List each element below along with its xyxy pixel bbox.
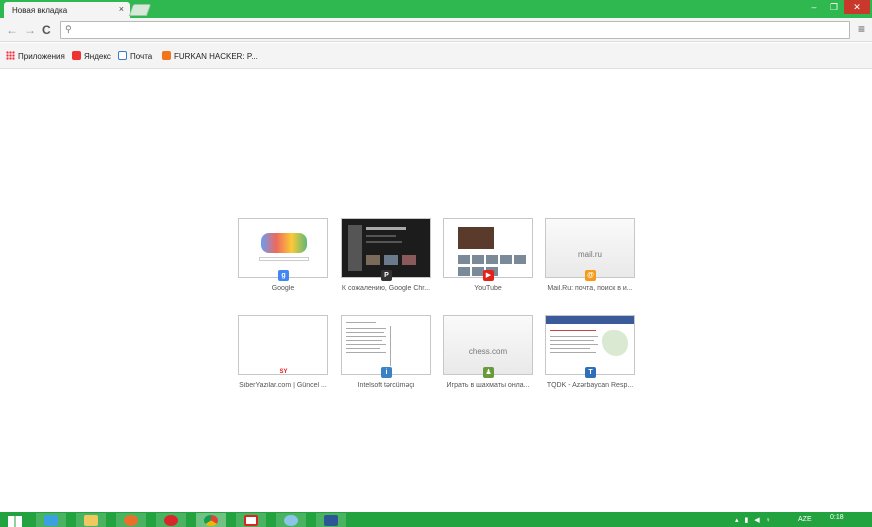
close-window-button[interactable]: ✕ — [844, 0, 870, 14]
windows-logo-icon — [8, 516, 22, 527]
tile-thumbnail: mail.ru — [545, 218, 635, 278]
tile-thumbnail — [545, 315, 635, 375]
doodle-image — [261, 233, 307, 253]
tile-thumbnail — [341, 315, 431, 375]
start-button[interactable] — [0, 513, 30, 527]
taskbar-app-red[interactable] — [236, 513, 266, 527]
tab-close-icon[interactable]: × — [119, 4, 124, 14]
tray-icons[interactable]: ▴ ▮ ◀ ♀ — [735, 516, 773, 524]
google-icon: g — [278, 270, 289, 281]
language-indicator[interactable]: AZE — [798, 516, 812, 523]
apps-icon — [6, 51, 15, 60]
taskbar-firefox[interactable] — [116, 513, 146, 527]
app-icon — [244, 515, 258, 526]
taskbar-opera[interactable] — [156, 513, 186, 527]
mail-ru-icon: @ — [585, 270, 596, 281]
new-tab-button[interactable] — [128, 4, 152, 16]
blogger-icon — [162, 51, 171, 60]
most-visited-grid: g Google P К сожалению, Google Chr... ▶ … — [238, 218, 638, 398]
tile-thumbnail — [341, 218, 431, 278]
chrome-icon — [204, 515, 218, 526]
back-button[interactable]: ← — [6, 22, 18, 38]
address-input[interactable] — [77, 23, 837, 37]
map-image — [602, 330, 628, 356]
clock[interactable]: 0:18 — [830, 514, 844, 521]
tile-thumbnail — [238, 218, 328, 278]
search-box-image — [259, 257, 309, 261]
minimize-button[interactable]: – — [804, 0, 824, 14]
tile-caption: Google — [271, 285, 295, 292]
opera-icon — [164, 515, 178, 526]
maximize-button[interactable]: ❐ — [824, 0, 844, 14]
yandex-icon — [72, 51, 81, 60]
browser-toolbar: ← → C ⚲ ≡ — [0, 18, 872, 42]
tab-title: Новая вкладка — [12, 6, 68, 15]
tab-new-tab[interactable]: Новая вкладка × — [4, 2, 130, 18]
title-bar: Новая вкладка × – ❐ ✕ — [0, 0, 872, 18]
bookmark-furkan-hacker[interactable]: FURKAN HACKER: P... — [162, 51, 258, 62]
bookmark-mail[interactable]: Почта — [118, 51, 152, 62]
youtube-icon: ▶ — [483, 270, 494, 281]
omnibox[interactable]: ⚲ — [60, 21, 850, 39]
tile-caption: Играть в шахматы онла... — [446, 382, 530, 389]
tile-caption: SiberYazilar.com | Güncel ... — [239, 382, 327, 389]
windows-taskbar: ▴ ▮ ◀ ♀ AZE 0:18 — [0, 512, 872, 527]
siberyazilar-icon: SY — [279, 369, 288, 375]
chess-icon: ♟ — [483, 367, 494, 378]
thumb-domain: mail.ru — [577, 250, 602, 259]
search-icon: ⚲ — [65, 24, 72, 34]
tile-thumbnail — [443, 218, 533, 278]
video-image — [458, 227, 494, 249]
reload-button[interactable]: C — [42, 22, 51, 38]
tile-thumbnail — [238, 315, 328, 375]
taskbar-ie[interactable] — [36, 513, 66, 527]
forward-button[interactable]: → — [24, 22, 36, 38]
mail-icon — [118, 51, 127, 60]
firefox-icon — [124, 515, 138, 526]
taskbar-explorer[interactable] — [76, 513, 106, 527]
taskbar-app-blue[interactable] — [276, 513, 306, 527]
tile-caption: К сожалению, Google Chr... — [341, 285, 431, 292]
tile-caption: TQDK - Azərbaycan Resp... — [546, 382, 634, 389]
tile-caption: İntelsoft tərcüməçi — [357, 382, 415, 389]
thumb-domain: chess.com — [468, 347, 508, 356]
bookmark-yandex[interactable]: Яндекс — [72, 51, 111, 62]
tile-thumbnail: chess.com — [443, 315, 533, 375]
app-icon — [284, 515, 298, 526]
intelsoft-icon: i — [381, 367, 392, 378]
bookmarks-bar: Приложения Яндекс Почта FURKAN HACKER: P… — [0, 43, 872, 69]
tile-caption: Mail.Ru: почта, поиск в и... — [547, 285, 633, 292]
ie-icon — [44, 515, 58, 526]
taskbar-word[interactable] — [316, 513, 346, 527]
bookmark-apps[interactable]: Приложения — [6, 51, 65, 62]
taskbar-chrome[interactable] — [196, 513, 226, 527]
menu-icon[interactable]: ≡ — [858, 23, 865, 35]
tile-caption: YouTube — [474, 285, 502, 292]
folder-icon — [84, 515, 98, 526]
page-icon: P — [381, 270, 392, 281]
word-icon — [324, 515, 338, 526]
tqdk-icon: T — [585, 367, 596, 378]
